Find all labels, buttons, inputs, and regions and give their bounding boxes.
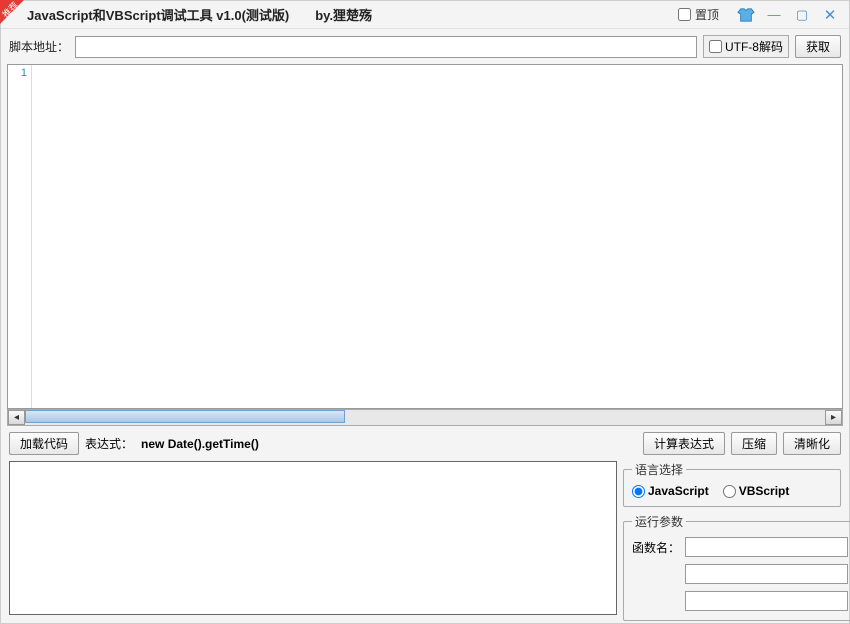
param-input-1[interactable]	[685, 564, 848, 584]
output-textarea[interactable]	[9, 461, 617, 615]
scroll-track[interactable]	[25, 410, 825, 425]
run-params-fieldset: 运行参数 函数名： 运行 清空参数 清空全部	[623, 513, 850, 621]
line-number: 1	[8, 67, 27, 79]
right-panels: 语言选择 JavaScript VBScript 运行参数 函数名	[623, 461, 841, 615]
scroll-left-arrow[interactable]: ◂	[8, 410, 25, 425]
utf8-checkbox[interactable]: UTF-8解码	[703, 35, 789, 58]
address-input[interactable]	[75, 36, 697, 58]
main-window: 推荐 JavaScript和VBScript调试工具 v1.0(测试版) by.…	[0, 0, 850, 624]
beautify-button[interactable]: 清晰化	[783, 432, 841, 455]
scroll-right-arrow[interactable]: ▸	[825, 410, 842, 425]
param-input-2[interactable]	[685, 591, 848, 611]
window-title: JavaScript和VBScript调试工具 v1.0(测试版) by.狸楚殇	[27, 5, 372, 24]
expression-row: 加载代码 表达式： new Date().getTime() 计算表达式 压缩 …	[1, 426, 849, 461]
function-name-input[interactable]	[685, 537, 848, 557]
expression-label: 表达式：	[85, 435, 133, 452]
fetch-button[interactable]: 获取	[795, 35, 841, 58]
vbscript-radio-label: VBScript	[739, 484, 790, 498]
javascript-radio-label: JavaScript	[648, 484, 709, 498]
skin-icon[interactable]	[735, 6, 757, 24]
bottom-area: 语言选择 JavaScript VBScript 运行参数 函数名	[1, 461, 849, 623]
run-params-legend: 运行参数	[632, 513, 686, 530]
minimize-button[interactable]: —	[763, 6, 785, 24]
expression-value: new Date().getTime()	[139, 437, 637, 451]
compress-button[interactable]: 压缩	[731, 432, 777, 455]
pin-checkbox-label: 置顶	[695, 6, 719, 23]
language-fieldset: 语言选择 JavaScript VBScript	[623, 461, 841, 507]
function-name-label: 函数名：	[632, 539, 680, 556]
pin-checkbox-input[interactable]	[678, 8, 691, 21]
utf8-checkbox-label: UTF-8解码	[725, 38, 783, 55]
utf8-checkbox-input[interactable]	[709, 40, 722, 53]
address-label: 脚本地址：	[9, 38, 69, 55]
calc-expression-button[interactable]: 计算表达式	[643, 432, 725, 455]
titlebar: JavaScript和VBScript调试工具 v1.0(测试版) by.狸楚殇…	[1, 1, 849, 29]
titlebar-controls: 置顶 — ▢ ✕	[678, 6, 841, 24]
horizontal-scrollbar[interactable]: ◂ ▸	[7, 409, 843, 426]
vbscript-radio[interactable]: VBScript	[723, 484, 790, 498]
close-button[interactable]: ✕	[819, 6, 841, 24]
load-code-button[interactable]: 加载代码	[9, 432, 79, 455]
editor-body[interactable]	[32, 65, 842, 408]
vbscript-radio-input[interactable]	[723, 485, 736, 498]
language-legend: 语言选择	[632, 461, 686, 478]
pin-checkbox[interactable]: 置顶	[678, 6, 719, 23]
javascript-radio-input[interactable]	[632, 485, 645, 498]
javascript-radio[interactable]: JavaScript	[632, 484, 709, 498]
address-row: 脚本地址： UTF-8解码 获取	[1, 29, 849, 64]
scroll-thumb[interactable]	[25, 410, 345, 423]
line-gutter: 1	[8, 65, 32, 408]
code-editor[interactable]: 1	[7, 64, 843, 409]
maximize-button[interactable]: ▢	[791, 6, 813, 24]
